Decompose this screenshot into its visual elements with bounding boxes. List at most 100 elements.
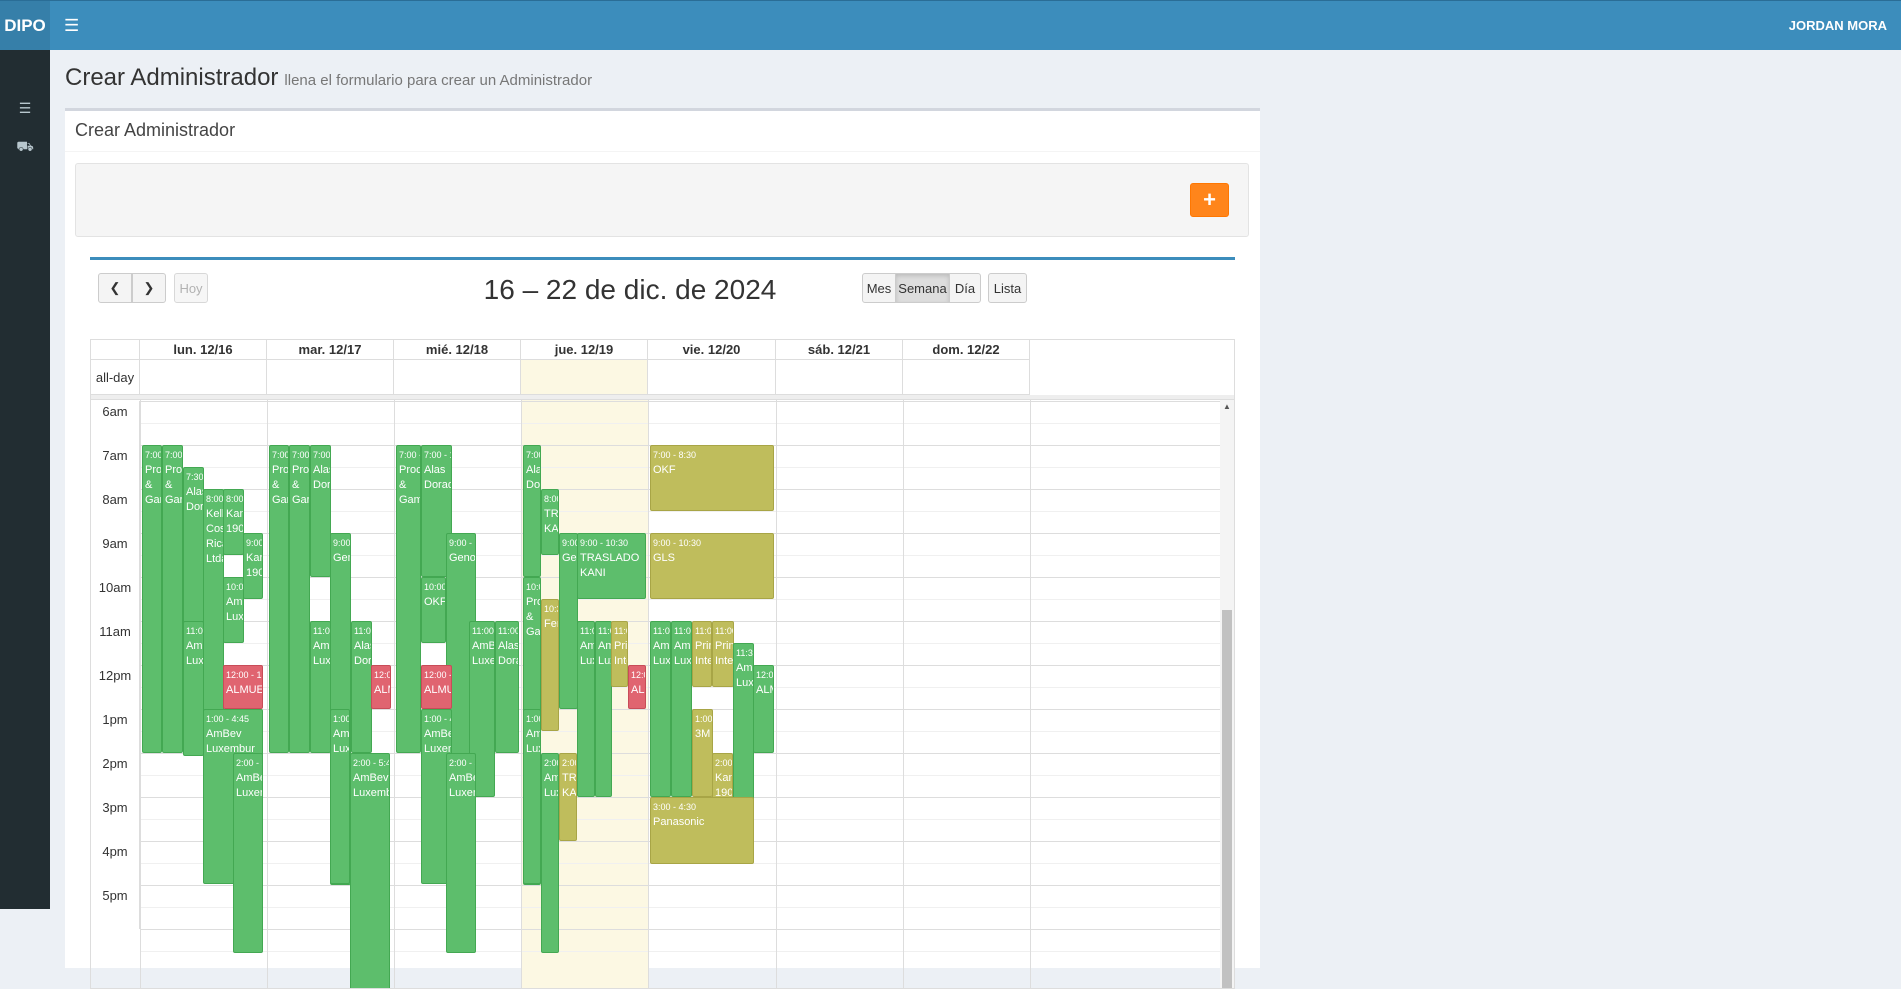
- event-time: 10:30: [544, 602, 556, 617]
- calendar-event[interactable]: 7:00 - 1Proct & Gamb: [396, 445, 421, 753]
- calendar-event[interactable]: 3:00 - 4:30Panasonic: [650, 797, 754, 864]
- event-time: 12:00: [756, 668, 771, 683]
- event-title: Prin Inter: [715, 640, 734, 667]
- calendar-event[interactable]: 11:00AmB Luxe: [671, 621, 692, 797]
- allday-cell[interactable]: [648, 360, 776, 395]
- event-title: AmBev Luxemb: [236, 772, 263, 799]
- calendar-event[interactable]: 2:00 - 5:45AmBev Luxembu: [350, 753, 390, 989]
- time-label: 2pm: [91, 753, 140, 797]
- calendar-event[interactable]: 11:00AmB Luxe: [183, 621, 204, 756]
- calendar-event[interactable]: 7:00 -Proc & Gam: [289, 445, 310, 753]
- calendar-event[interactable]: 7:00Alas Dor: [523, 445, 541, 577]
- day-header: jue. 12/19: [521, 340, 648, 360]
- calendar-event[interactable]: 12:00ALM: [371, 665, 391, 709]
- event-title: Proc & Gam: [292, 464, 310, 506]
- event-time: 8:00 -: [226, 492, 241, 507]
- calendar-event[interactable]: 11:0Ami Luxe: [595, 621, 612, 797]
- calendar-event[interactable]: 9:00 -Kani 1901: [243, 533, 263, 599]
- calendar-event[interactable]: 9:00Gen: [559, 533, 578, 709]
- allday-cell[interactable]: [776, 360, 903, 395]
- calendar-event[interactable]: 1:00 -AmB Luxe: [330, 709, 350, 884]
- view-week-button[interactable]: Semana: [895, 273, 950, 303]
- box-title: Crear Administrador: [75, 120, 235, 141]
- half-hour-line: [140, 423, 1220, 424]
- list-icon[interactable]: ☰: [0, 100, 50, 117]
- allday-cell[interactable]: [903, 360, 1030, 395]
- view-list-button[interactable]: Lista: [988, 273, 1027, 303]
- calendar-event[interactable]: 7:00 - 8:30OKF: [650, 445, 774, 511]
- page-title-text: Crear Administrador: [65, 64, 278, 91]
- calendar-event[interactable]: 7:00 -Proc & Gam: [269, 445, 289, 753]
- event-time: 7:00 - 8:30: [653, 448, 771, 463]
- event-time: 1:00 - 4:4: [424, 712, 449, 727]
- event-title: AmBev Luxembur: [206, 728, 255, 755]
- event-title: Ami Luxe: [580, 640, 595, 667]
- scrollbar-thumb[interactable]: [1222, 610, 1232, 989]
- event-time: 7:00: [526, 448, 538, 463]
- calendar-event[interactable]: 9:00 - 10:30TRASLADO KANI: [577, 533, 646, 599]
- add-button[interactable]: +: [1190, 183, 1229, 217]
- calendar-event[interactable]: 11:0Ami Luxe: [577, 621, 595, 797]
- calendar-event[interactable]: 11:00Prin Inte: [611, 621, 628, 687]
- calendar-event[interactable]: 7:00 -Alas Dorad: [310, 445, 331, 577]
- calendar-event[interactable]: 2:00 - 5:45AmBev Luxemb: [233, 753, 263, 953]
- calendar-event[interactable]: 10:00 -OKF: [421, 577, 446, 643]
- allday-cell[interactable]: [267, 360, 394, 395]
- calendar-event[interactable]: 11:00Prin Inter: [692, 621, 712, 687]
- time-label: 10am: [91, 577, 140, 621]
- event-time: 11:0: [580, 624, 592, 639]
- event-time: 11:00: [614, 624, 625, 639]
- user-menu[interactable]: JORDAN MORA: [1789, 18, 1887, 33]
- form-box: Crear Administrador + ❮ ❯ Hoy 16 – 22 de…: [65, 108, 1260, 968]
- view-day-button[interactable]: Día: [949, 273, 981, 303]
- calendar-event[interactable]: 12:00 -ALMUER: [421, 665, 452, 709]
- calendar-event[interactable]: 11:00AmB Luxe: [650, 621, 671, 797]
- allday-cell[interactable]: [140, 360, 267, 395]
- event-time: 11:0: [598, 624, 609, 639]
- page-title: Crear Administradorllena el formulario p…: [65, 64, 592, 92]
- top-navbar: DIPO ☰ JORDAN MORA: [0, 0, 1901, 50]
- calendar-event[interactable]: 7:00 -Proc & Gam: [162, 445, 183, 753]
- calendar-event[interactable]: 2:00Ami Luxe: [541, 753, 559, 953]
- calendar-event[interactable]: 11:00Alas Dora: [351, 621, 372, 753]
- calendar-event[interactable]: 7:00 -Proc & Gam: [142, 445, 162, 753]
- event-time: 11:00: [715, 624, 731, 639]
- event-time: 9:00 - 10:30: [653, 536, 771, 551]
- app-logo[interactable]: DIPO: [0, 1, 50, 51]
- box-divider: [65, 151, 1260, 152]
- calendar-event[interactable]: 12:00ALM: [628, 665, 646, 709]
- scrollbar[interactable]: ▲: [1220, 400, 1234, 989]
- calendar-event[interactable]: 1:00Ami Luxe: [523, 709, 541, 884]
- time-header: [91, 340, 140, 360]
- calendar-event[interactable]: 10:00 -AmBe Luxem: [223, 577, 244, 643]
- calendar-event[interactable]: 11:00Prin Inter: [712, 621, 734, 687]
- calendar-event[interactable]: 9:00 - 10:30GLS: [650, 533, 774, 599]
- day-header: mar. 12/17: [267, 340, 394, 360]
- event-time: 11:00: [695, 624, 709, 639]
- allday-cell[interactable]: [394, 360, 521, 395]
- calendar-event[interactable]: 8:00TRA KAN: [541, 489, 559, 555]
- calendar-event[interactable]: 11:00Alas Dorad: [495, 621, 519, 753]
- action-well: +: [75, 163, 1249, 237]
- calendar-event[interactable]: 1:00 - 23M: [692, 709, 713, 797]
- event-title: ALM: [756, 684, 774, 696]
- allday-cell[interactable]: [521, 360, 648, 395]
- event-time: 2:00: [562, 756, 574, 771]
- calendar-event[interactable]: 2:00 - 5:AmBe Luxem: [446, 753, 476, 953]
- truck-icon[interactable]: ⛟: [0, 138, 50, 157]
- day-divider: [648, 400, 649, 989]
- event-time: 1:00 -: [333, 712, 347, 727]
- time-label: 5pm: [91, 885, 140, 929]
- calendar-event[interactable]: 10:30Ferr: [541, 599, 559, 731]
- calendar-event[interactable]: 11:00AmB Luxe: [310, 621, 331, 753]
- event-title: AmBe Luxem: [226, 596, 244, 623]
- event-title: AmB Luxe: [736, 662, 754, 689]
- calendar-event[interactable]: 8:00 -Kani 1901: [223, 489, 244, 555]
- hamburger-icon[interactable]: ☰: [64, 16, 79, 36]
- scroll-up-icon[interactable]: ▲: [1223, 402, 1231, 411]
- calendar-event[interactable]: 2:00TRA KAN: [559, 753, 577, 841]
- view-month-button[interactable]: Mes: [862, 273, 896, 303]
- calendar-event[interactable]: 12:00ALM: [753, 665, 774, 753]
- calendar-event[interactable]: 12:00 - 1:00ALMUERZO: [223, 665, 263, 709]
- calendar-event[interactable]: 11:30AmB Luxe: [733, 643, 754, 809]
